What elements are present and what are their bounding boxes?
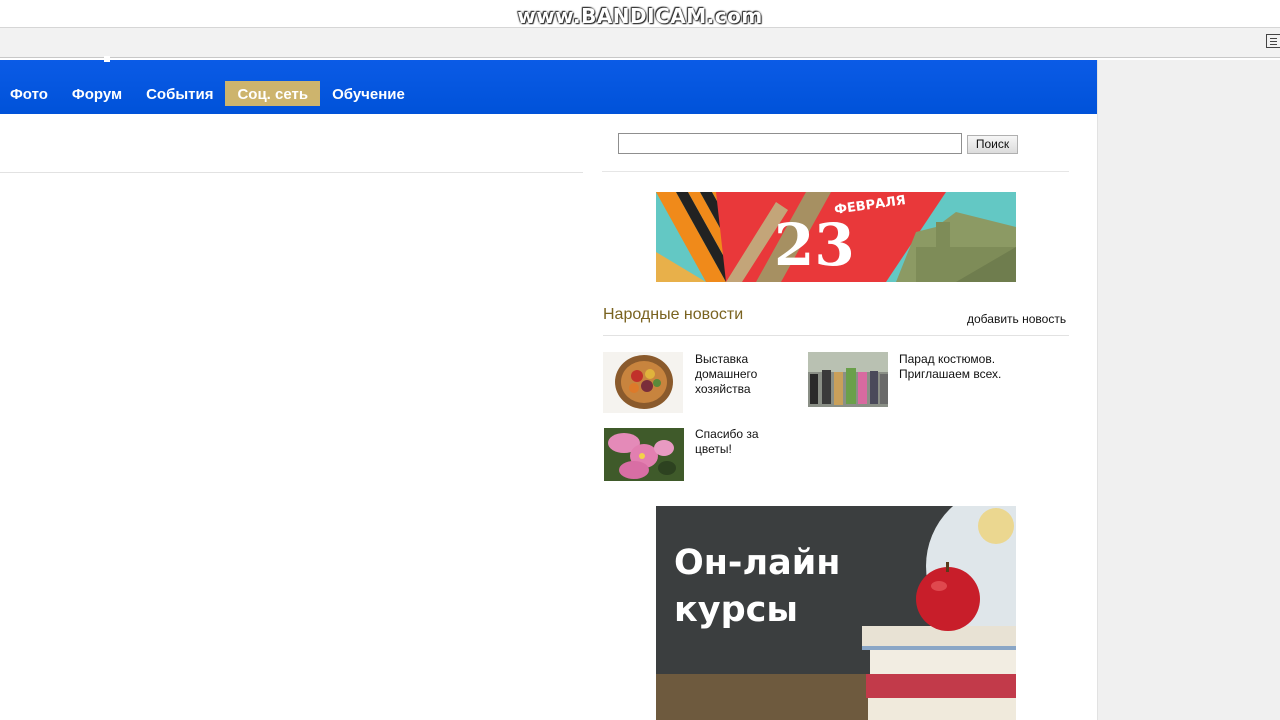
content-divider [0,172,583,173]
courses-title-line1: Он-лайн [674,543,841,583]
news-item-title[interactable]: Спасибо за цветы! [695,427,785,457]
main-nav: Фото Форум События Соц. сеть Обучение [0,56,1097,114]
news-thumb-food[interactable] [603,352,683,413]
search-button[interactable]: Поиск [967,135,1018,154]
food-basket-photo [603,352,683,413]
pink-flowers-photo [604,428,684,481]
nav-menu: Фото Форум События Соц. сеть Обучение [0,81,417,106]
nav-item-social[interactable]: Соц. сеть [225,81,321,106]
feb23-banner[interactable]: ФЕВРАЛЯ 23 [656,192,1016,282]
nav-item-events[interactable]: События [134,81,225,106]
costume-parade-photo [808,352,888,407]
search-input[interactable] [618,133,962,154]
add-news-link[interactable]: добавить новость [967,312,1066,326]
recorder-watermark: www.BANDICAM.com [517,4,763,28]
courses-title-line2: курсы [674,590,799,630]
sidebar-divider [602,171,1069,172]
nav-item-forum[interactable]: Форум [60,81,134,106]
news-divider [603,335,1069,336]
news-item-title[interactable]: Выставка домашнего хозяйства [695,352,785,397]
logo-fragment [104,56,110,62]
page-gutter [1097,60,1280,720]
online-courses-banner[interactable]: Он-лайн курсы [656,506,1016,720]
nav-item-learning[interactable]: Обучение [320,81,417,106]
news-heading: Народные новости [603,306,744,323]
news-item-title[interactable]: Парад костюмов. Приглашаем всех. [899,352,1029,382]
news-thumb-flowers[interactable] [604,428,684,481]
reader-view-icon[interactable] [1266,34,1280,48]
news-thumb-parade[interactable] [808,352,888,407]
browser-toolbar [0,27,1280,58]
nav-item-photo[interactable]: Фото [0,81,60,106]
courses-title: Он-лайн курсы [674,540,840,634]
feb23-day: 23 [774,211,855,279]
